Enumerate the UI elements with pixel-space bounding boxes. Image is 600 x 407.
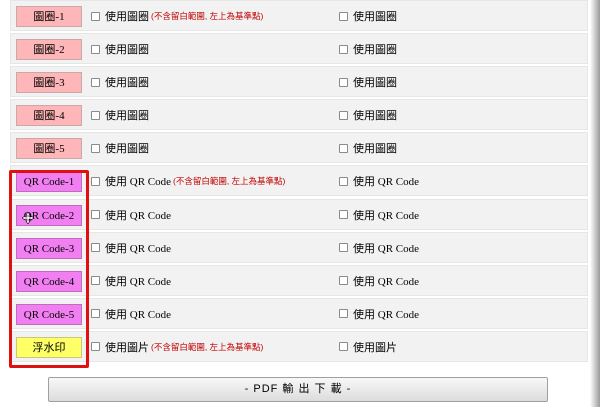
settings-row: 浮水印 使用圖片 (不含留白範圍, 左上為基準點) 使用圖片 — [10, 330, 588, 362]
use-option-right[interactable]: 使用圖片 — [339, 340, 397, 354]
checkbox[interactable] — [91, 44, 100, 54]
use-option-left[interactable]: 使用圖圈 — [91, 108, 149, 122]
checkbox[interactable] — [91, 110, 100, 120]
element-tag[interactable]: 圖圈-5 — [16, 138, 82, 160]
settings-row: 圖圈-4 使用圖圈 使用圖圈 — [10, 99, 588, 131]
option-label: 使用圖圈 — [105, 11, 149, 23]
option-label: 使用圖圈 — [105, 143, 149, 156]
checkbox[interactable] — [339, 77, 348, 87]
settings-row: 圖圈-2 使用圖圈 使用圖圈 — [10, 33, 588, 65]
checkbox[interactable] — [339, 44, 348, 54]
checkbox[interactable] — [339, 243, 348, 253]
use-option-right[interactable]: 使用圖圈 — [339, 9, 397, 23]
option-label: 使用 QR Code — [353, 209, 419, 222]
position-note: (不含留白範圍, 左上為基準點) — [151, 11, 264, 21]
option-label: 使用 QR Code — [105, 242, 171, 255]
option-label: 使用圖圈 — [353, 11, 397, 23]
settings-row: QR Code-4 使用 QR Code 使用 QR Code — [10, 264, 588, 296]
option-label: 使用 QR Code — [353, 176, 419, 189]
use-option-left[interactable]: 使用圖片 (不含留白範圍, 左上為基準點) — [91, 340, 263, 354]
use-option-left[interactable]: 使用 QR Code (不含留白範圍, 左上為基準點) — [91, 174, 285, 188]
option-label: 使用圖圈 — [353, 143, 397, 156]
option-label: 使用圖圈 — [105, 110, 149, 123]
use-option-right[interactable]: 使用 QR Code — [339, 174, 419, 188]
checkbox[interactable] — [91, 342, 100, 352]
settings-rows: 圖圈-1 使用圖圈 (不含留白範圍, 左上為基準點) 使用圖圈 圖圈-2 使用圖圈 使用圖圈… — [10, 0, 588, 364]
option-label: 使用 QR Code — [105, 209, 171, 222]
option-label: 使用圖片 — [353, 341, 397, 354]
settings-row: 圖圈-3 使用圖圈 使用圖圈 — [10, 66, 588, 98]
use-option-left[interactable]: 使用圖圈 — [91, 42, 149, 56]
use-option-right[interactable]: 使用 QR Code — [339, 241, 419, 255]
use-option-right[interactable]: 使用圖圈 — [339, 108, 397, 122]
use-option-left[interactable]: 使用圖圈 (不含留白範圍, 左上為基準點) — [91, 9, 263, 23]
option-label: 使用圖圈 — [353, 77, 397, 90]
checkbox[interactable] — [339, 210, 348, 220]
use-option-right[interactable]: 使用 QR Code — [339, 208, 419, 222]
use-option-right[interactable]: 使用圖圈 — [339, 42, 397, 56]
option-label: 使用 QR Code — [105, 308, 171, 321]
use-option-left[interactable]: 使用 QR Code — [91, 307, 171, 321]
option-label: 使用 QR Code — [105, 275, 171, 288]
checkbox[interactable] — [339, 110, 348, 120]
option-label: 使用 QR Code — [353, 242, 419, 255]
use-option-left[interactable]: 使用 QR Code — [91, 208, 171, 222]
position-note: (不含留白範圍, 左上為基準點) — [151, 341, 264, 352]
checkbox[interactable] — [91, 143, 100, 153]
checkbox[interactable] — [91, 176, 100, 186]
checkbox[interactable] — [339, 342, 348, 352]
use-option-left[interactable]: 使用圖圈 — [91, 75, 149, 89]
use-option-right[interactable]: 使用圖圈 — [339, 75, 397, 89]
checkbox[interactable] — [91, 210, 100, 220]
settings-row: QR Code-3 使用 QR Code 使用 QR Code — [10, 231, 588, 263]
pdf-settings-panel: 圖圈-1 使用圖圈 (不含留白範圍, 左上為基準點) 使用圖圈 圖圈-2 使用圖圈 使用圖圈… — [0, 0, 600, 407]
use-option-left[interactable]: 使用 QR Code — [91, 274, 171, 288]
use-option-right[interactable]: 使用圖圈 — [339, 141, 397, 155]
element-tag[interactable]: 圖圈-1 — [16, 6, 82, 27]
highlight-box — [9, 170, 89, 368]
move-cursor-icon — [22, 212, 34, 224]
option-label: 使用圖圈 — [353, 44, 397, 57]
checkbox[interactable] — [91, 243, 100, 253]
element-tag[interactable]: 圖圈-2 — [16, 39, 82, 61]
settings-row: QR Code-5 使用 QR Code 使用 QR Code — [10, 297, 588, 329]
option-label: 使用圖片 — [105, 341, 149, 354]
checkbox[interactable] — [339, 143, 348, 153]
settings-row: 圖圈-5 使用圖圈 使用圖圈 — [10, 132, 588, 164]
checkbox[interactable] — [339, 176, 348, 186]
checkbox[interactable] — [339, 309, 348, 319]
settings-row: QR Code-1 使用 QR Code (不含留白範圍, 左上為基準點) 使用 QR… — [10, 165, 588, 197]
option-label: 使用 QR Code — [353, 275, 419, 288]
checkbox[interactable] — [91, 11, 100, 21]
use-option-right[interactable]: 使用 QR Code — [339, 274, 419, 288]
checkbox[interactable] — [339, 276, 348, 286]
position-note: (不含留白範圍, 左上為基準點) — [173, 176, 286, 187]
element-tag[interactable]: 圖圈-3 — [16, 72, 82, 94]
use-option-left[interactable]: 使用圖圈 — [91, 141, 149, 155]
settings-row: QR Code-2 使用 QR Code 使用 QR Code — [10, 198, 588, 230]
option-label: 使用圖圈 — [105, 44, 149, 57]
option-label: 使用 QR Code — [105, 176, 171, 189]
element-tag[interactable]: 圖圈-4 — [16, 105, 82, 127]
pdf-download-button[interactable]: - PDF 輸 出 下 載 - — [48, 377, 548, 402]
settings-row: 圖圈-1 使用圖圈 (不含留白範圍, 左上為基準點) 使用圖圈 — [10, 0, 588, 31]
option-label: 使用圖圈 — [353, 110, 397, 123]
checkbox[interactable] — [91, 309, 100, 319]
checkbox[interactable] — [91, 276, 100, 286]
use-option-left[interactable]: 使用 QR Code — [91, 241, 171, 255]
scroll-shadow — [590, 0, 600, 407]
checkbox[interactable] — [91, 77, 100, 87]
checkbox[interactable] — [339, 11, 348, 21]
option-label: 使用 QR Code — [353, 308, 419, 321]
use-option-right[interactable]: 使用 QR Code — [339, 307, 419, 321]
option-label: 使用圖圈 — [105, 77, 149, 90]
